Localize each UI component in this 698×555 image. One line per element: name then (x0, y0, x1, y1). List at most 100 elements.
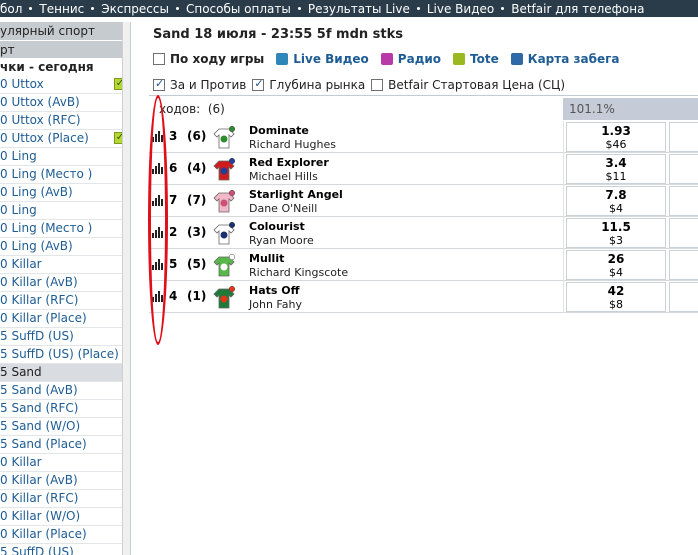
back-price-button[interactable]: 42 $8 (566, 282, 666, 312)
sidebar-market-label: 5 Sand (0, 365, 42, 379)
market-filter[interactable]: Betfair Стартовая Цена (СЦ) (371, 78, 565, 92)
sidebar-market-item[interactable]: 0 Killar (0, 256, 130, 274)
sidebar-market-item[interactable]: 0 Uttox ✓ (0, 76, 130, 94)
race-option[interactable]: Tote (453, 52, 499, 66)
sidebar-market-item[interactable]: 0 Ling (Место ) (0, 220, 130, 238)
back-price-button[interactable]: 11.5 $3 (566, 218, 666, 248)
odds-volume: $3 (609, 234, 623, 247)
horse-name[interactable]: Starlight Angel (249, 188, 343, 201)
sidebar-market-item[interactable]: 5 Sand (0, 364, 130, 382)
jockey-name: Michael Hills (249, 170, 318, 183)
back-price-button[interactable]: 3.4 $11 (566, 154, 666, 184)
horse-name[interactable]: Mullit (249, 252, 284, 265)
nav-link[interactable]: Betfair для телефона (511, 2, 644, 16)
sidebar-market-item[interactable]: 0 Killar (RFC) (0, 490, 130, 508)
sidebar-market-item[interactable]: 5 SuffD (US) (Place) (0, 346, 130, 364)
nav-link[interactable]: Экспрессы (101, 2, 169, 16)
sidebar-market-item[interactable]: 5 Sand (RFC) (0, 400, 130, 418)
back-price-button[interactable]: 7.8 $4 (566, 186, 666, 216)
race-option-label: Карта забега (527, 52, 620, 66)
sidebar-market-item[interactable]: 0 Uttox (AvB) (0, 94, 130, 112)
horse-name[interactable]: Dominate (249, 124, 309, 137)
sidebar-market-item[interactable]: 0 Killar (AvB) (0, 472, 130, 490)
tv-icon (276, 53, 289, 65)
runner-number: 7 (169, 193, 178, 207)
race-option[interactable]: По ходу игры (153, 52, 264, 66)
nav-separator (91, 7, 95, 10)
sidebar-market-item[interactable]: 5 SuffD (US) (0, 328, 130, 346)
sidebar-market-item[interactable]: 0 Ling (AvB) (0, 184, 130, 202)
filter-checkbox[interactable] (153, 77, 165, 91)
odds-price: 42 (607, 284, 625, 298)
sidebar-market-item[interactable]: 5 SuffD (US) (0, 544, 130, 555)
nav-link[interactable]: Live Видео (427, 2, 494, 16)
jockey-silks-icon (213, 125, 235, 149)
form-stats-icon[interactable] (152, 227, 165, 238)
sidebar-header-sport[interactable]: рт (0, 40, 130, 58)
sidebar-market-item[interactable]: 0 Uttox (Place) ✓ (0, 130, 130, 148)
lay-price-button[interactable] (669, 218, 698, 248)
sidebar-market-item[interactable]: 0 Uttox (RFC) (0, 112, 130, 130)
horse-name[interactable]: Colourist (249, 220, 305, 233)
market-filter[interactable]: Глубина рынка (252, 77, 365, 92)
jockey-name: Dane O'Neill (249, 202, 318, 215)
sidebar-market-label: 0 Killar (RFC) (0, 491, 79, 505)
back-price-button[interactable]: 26 $4 (566, 250, 666, 280)
market-filter[interactable]: За и Против (153, 77, 246, 92)
jockey-name: Ryan Moore (249, 234, 314, 247)
book-percentage: 101.1% (563, 98, 698, 120)
horse-name[interactable]: Red Explorer (249, 156, 329, 169)
lay-price-button[interactable] (669, 250, 698, 280)
form-stats-icon[interactable] (152, 291, 165, 302)
sidebar-market-label: 0 Uttox (AvB) (0, 95, 80, 109)
nav-link[interactable]: Результаты Live (308, 2, 410, 16)
sidebar-market-item[interactable]: 5 Sand (AvB) (0, 382, 130, 400)
racecard-icon (510, 53, 523, 65)
sidebar-market-item[interactable]: 0 Killar (0, 454, 130, 472)
lay-price-button[interactable] (669, 154, 698, 184)
nav-link[interactable]: Способы оплаты (186, 2, 291, 16)
lay-price-button[interactable] (669, 186, 698, 216)
sidebar-market-item[interactable]: 0 Ling (Место ) (0, 166, 130, 184)
in-play-checkbox[interactable] (153, 53, 165, 65)
form-stats-icon[interactable] (152, 195, 165, 206)
runner-draw: (4) (187, 161, 207, 175)
nav-link[interactable]: бол (0, 2, 22, 16)
sidebar-market-item[interactable]: 0 Ling (0, 148, 130, 166)
column-divider (563, 153, 564, 185)
runner-row: 7 (7) Starlight Angel Dane O'Neill 7.8 $4 (149, 185, 698, 217)
filter-checkbox[interactable] (252, 77, 265, 91)
jockey-silks-icon (213, 157, 235, 181)
form-stats-icon[interactable] (152, 163, 165, 174)
lay-price-button[interactable] (669, 122, 698, 152)
sidebar-market-item[interactable]: 0 Ling (AvB) (0, 238, 130, 256)
jockey-name: Richard Hughes (249, 138, 336, 151)
back-price-button[interactable]: 1.93 $46 (566, 122, 666, 152)
sidebar-group-title: чки - сегодня (0, 60, 94, 74)
sidebar-market-label: 0 Uttox (0, 77, 44, 91)
sidebar-market-item[interactable]: 0 Ling (0, 202, 130, 220)
sidebar-market-item[interactable]: 5 Sand (Place) (0, 436, 130, 454)
lay-price-button[interactable] (669, 282, 698, 312)
runners-header: ходов: (6) 101.1% (149, 98, 698, 120)
horse-name[interactable]: Hats Off (249, 284, 300, 297)
sidebar-market-item[interactable]: 0 Killar (W/O) (0, 508, 130, 526)
race-option[interactable]: Радио (380, 52, 441, 66)
sidebar-market-item[interactable]: 0 Killar (RFC) (0, 292, 130, 310)
sidebar-header-popular[interactable]: улярный спорт (0, 22, 130, 40)
filter-checkbox[interactable] (371, 79, 384, 91)
nav-link[interactable]: Теннис (39, 2, 84, 16)
form-stats-icon[interactable] (152, 259, 165, 270)
sidebar-scrollbar[interactable] (122, 22, 130, 555)
runner-row: 6 (4) Red Explorer Michael Hills 3.4 $11 (149, 153, 698, 185)
sidebar-market-label: 0 Ling (0, 149, 37, 163)
sidebar-market-item[interactable]: 5 Sand (W/O) (0, 418, 130, 436)
form-stats-icon[interactable] (152, 131, 165, 142)
sidebar-market-item[interactable]: 0 Killar (Place) (0, 310, 130, 328)
race-option[interactable]: Live Видео (276, 52, 369, 66)
sidebar-market-item[interactable]: 0 Killar (AvB) (0, 274, 130, 292)
sidebar-market-item[interactable]: 0 Killar (Place) (0, 526, 130, 544)
race-option[interactable]: Карта забега (510, 52, 620, 66)
nav-separator (416, 7, 420, 10)
column-divider (563, 217, 564, 249)
